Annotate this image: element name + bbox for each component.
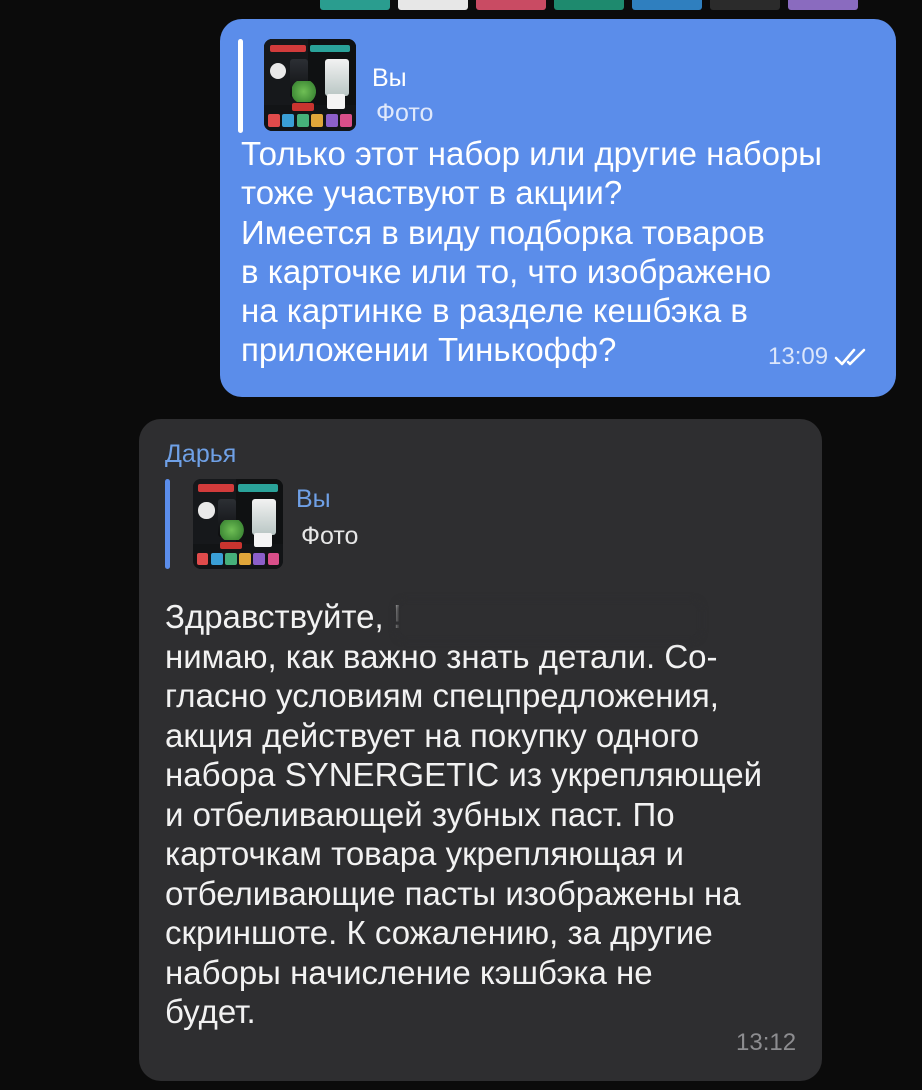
incoming-message-bubble[interactable]: Дарья Вы Фото Здравствуйте, ! По- ни — [139, 419, 822, 1081]
media-thumb[interactable] — [476, 0, 546, 10]
reply-author: Вы — [372, 64, 407, 92]
previous-media-strip[interactable] — [320, 0, 922, 10]
media-thumb[interactable] — [320, 0, 390, 10]
outgoing-message-bubble[interactable]: Вы Фото Только этот набор или другие наб… — [220, 19, 896, 397]
reply-type: Фото — [301, 522, 359, 550]
reply-author: Вы — [296, 485, 331, 513]
message-meta: 13:12 — [736, 1029, 796, 1057]
media-thumb[interactable] — [788, 0, 858, 10]
reply-photo-thumbnail[interactable] — [193, 479, 283, 569]
message-text: Только этот набор или другие наборы тоже… — [241, 135, 823, 369]
media-thumb[interactable] — [554, 0, 624, 10]
redacted-name-blur — [401, 605, 696, 635]
sender-name[interactable]: Дарья — [165, 440, 236, 469]
message-meta: 13:09 — [768, 343, 868, 371]
media-thumb[interactable] — [710, 0, 780, 10]
reply-accent-bar — [238, 39, 243, 133]
reply-type: Фото — [376, 99, 434, 127]
media-thumb[interactable] — [398, 0, 468, 10]
reply-photo-thumbnail[interactable] — [264, 39, 356, 131]
message-time: 13:12 — [736, 1029, 797, 1056]
media-thumb[interactable] — [632, 0, 702, 10]
message-time: 13:09 — [768, 343, 829, 370]
reply-accent-bar — [165, 479, 170, 569]
chat-screen: Вы Фото Только этот набор или другие наб… — [0, 0, 922, 1090]
toothpaste-image — [264, 39, 356, 131]
message-text: Здравствуйте, ! По- нимаю, как важно зна… — [165, 598, 763, 1030]
double-check-icon — [834, 347, 868, 367]
toothpaste-image — [193, 479, 283, 569]
